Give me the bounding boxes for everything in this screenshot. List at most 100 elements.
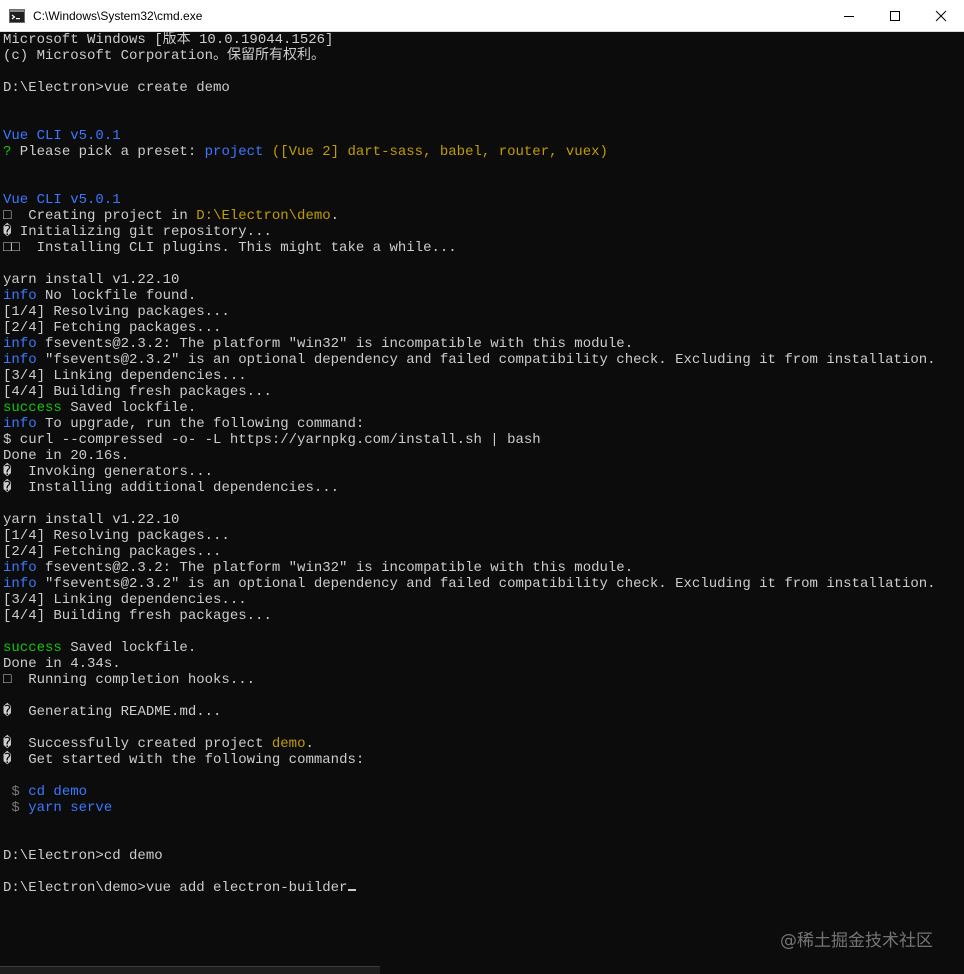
maximize-button[interactable]	[872, 0, 918, 31]
console-line: yarn install v1.22.10	[3, 512, 957, 528]
console-line: � Installing additional dependencies...	[3, 480, 957, 496]
console-text: success	[3, 640, 62, 656]
console-text: info	[3, 352, 37, 368]
console-line: [4/4] Building fresh packages...	[3, 384, 957, 400]
console-line: D:\Electron>vue create demo	[3, 80, 957, 96]
console-text: Microsoft Windows [版本 10.0.19044.1526]	[3, 32, 334, 48]
console-text: yarn install v1.22.10	[3, 272, 180, 288]
console-text: □□ Installing CLI plugins. This might ta…	[3, 240, 457, 256]
console-line: info fsevents@2.3.2: The platform "win32…	[3, 560, 957, 576]
console-line: □ Creating project in D:\Electron\demo.	[3, 208, 957, 224]
console-line: info "fsevents@2.3.2" is an optional dep…	[3, 352, 957, 368]
console-text: Please pick a preset:	[11, 144, 205, 160]
console-text: fsevents@2.3.2: The platform "win32" is …	[36, 336, 634, 352]
console-line: Microsoft Windows [版本 10.0.19044.1526]	[3, 32, 957, 48]
console-line: $ cd demo	[3, 784, 957, 800]
console-text: [2/4] Fetching packages...	[3, 320, 222, 336]
console-line: [4/4] Building fresh packages...	[3, 608, 957, 624]
close-icon	[935, 10, 947, 21]
console-text: No lockfile found.	[36, 288, 197, 304]
console-text: D:\Electron\demo	[196, 208, 331, 224]
console-text: success	[3, 400, 62, 416]
title-bar[interactable]: C:\Windows\System32\cmd.exe	[0, 0, 964, 32]
console-text: info	[3, 288, 37, 304]
console-text: [1/4] Resolving packages...	[3, 304, 230, 320]
maximize-icon	[890, 10, 900, 21]
cmd-app-icon	[9, 8, 25, 24]
console-line: success Saved lockfile.	[3, 400, 957, 416]
console-text: [3/4] Linking dependencies...	[3, 368, 247, 384]
console-text: � Get started with the following command…	[3, 752, 365, 768]
console-text: � Invoking generators...	[3, 464, 214, 480]
console-line: yarn install v1.22.10	[3, 272, 957, 288]
minimize-button[interactable]	[826, 0, 872, 31]
console-line: info fsevents@2.3.2: The platform "win32…	[3, 336, 957, 352]
console-text: fsevents@2.3.2: The platform "win32" is …	[36, 560, 634, 576]
minimize-icon	[844, 15, 854, 17]
console-text: project	[204, 144, 264, 160]
console-text: $	[3, 784, 29, 800]
console-line: Vue CLI v5.0.1	[3, 128, 957, 144]
console-text: info	[3, 560, 37, 576]
window-title: C:\Windows\System32\cmd.exe	[33, 8, 203, 23]
console-text: ([Vue 2] dart-sass, babel, router, vuex)	[263, 144, 608, 160]
console-line: D:\Electron>cd demo	[3, 848, 957, 864]
console-text: "fsevents@2.3.2" is an optional dependen…	[36, 576, 936, 592]
console-text: $ curl --compressed -o- -L https://yarnp…	[3, 432, 541, 448]
console-line: (c) Microsoft Corporation。保留所有权利。	[3, 48, 957, 64]
console-line: Done in 4.34s.	[3, 656, 957, 672]
console-text: □ Creating project in	[3, 208, 197, 224]
console-text: [4/4] Building fresh packages...	[3, 384, 272, 400]
console-text: Done in 4.34s.	[3, 656, 121, 672]
close-button[interactable]	[918, 0, 964, 31]
console-line: ? Please pick a preset: project ([Vue 2]…	[3, 144, 957, 160]
console-line: � Invoking generators...	[3, 464, 957, 480]
console-line: □□ Installing CLI plugins. This might ta…	[3, 240, 957, 256]
console-text: To upgrade, run the following command:	[36, 416, 365, 432]
console-line: $ yarn serve	[3, 800, 957, 816]
console-line: $ curl --compressed -o- -L https://yarnp…	[3, 432, 957, 448]
console-text: [4/4] Building fresh packages...	[3, 608, 272, 624]
console-line: Vue CLI v5.0.1	[3, 192, 957, 208]
console-text: Saved lockfile.	[61, 400, 197, 416]
console-text: yarn serve	[28, 800, 113, 816]
console-text: � Generating README.md...	[3, 704, 222, 720]
console-line: � Successfully created project demo.	[3, 736, 957, 752]
console-line: [2/4] Fetching packages...	[3, 544, 957, 560]
console-text: □ Running completion hooks...	[3, 672, 256, 688]
console-line: [1/4] Resolving packages...	[3, 304, 957, 320]
console-line: [2/4] Fetching packages...	[3, 320, 957, 336]
console-line: � Generating README.md...	[3, 704, 957, 720]
console-text: Vue CLI v5.0.1	[3, 128, 121, 144]
console-text: .	[330, 208, 340, 224]
console-text: info	[3, 416, 37, 432]
console-output[interactable]: Microsoft Windows [版本 10.0.19044.1526] (c…	[3, 32, 957, 974]
console-text: .	[305, 736, 314, 752]
console-text: [2/4] Fetching packages...	[3, 544, 222, 560]
console-line: info No lockfile found.	[3, 288, 957, 304]
console-text: � Successfully created project	[3, 736, 272, 752]
console-text: D:\Electron>vue create demo	[3, 80, 230, 96]
console-text: [1/4] Resolving packages...	[3, 528, 230, 544]
console-text: cd demo	[28, 784, 88, 800]
console-text: (c) Microsoft Corporation。保留所有权利。	[3, 48, 326, 64]
console-line: info To upgrade, run the following comma…	[3, 416, 957, 432]
console-line: □ Running completion hooks...	[3, 672, 957, 688]
scrollbar[interactable]	[957, 32, 964, 974]
console-line: [3/4] Linking dependencies...	[3, 368, 957, 384]
console-text: yarn install v1.22.10	[3, 512, 180, 528]
console-text: demo	[271, 736, 306, 752]
console-line: Done in 20.16s.	[3, 448, 957, 464]
console-line: � Initializing git repository...	[3, 224, 957, 240]
